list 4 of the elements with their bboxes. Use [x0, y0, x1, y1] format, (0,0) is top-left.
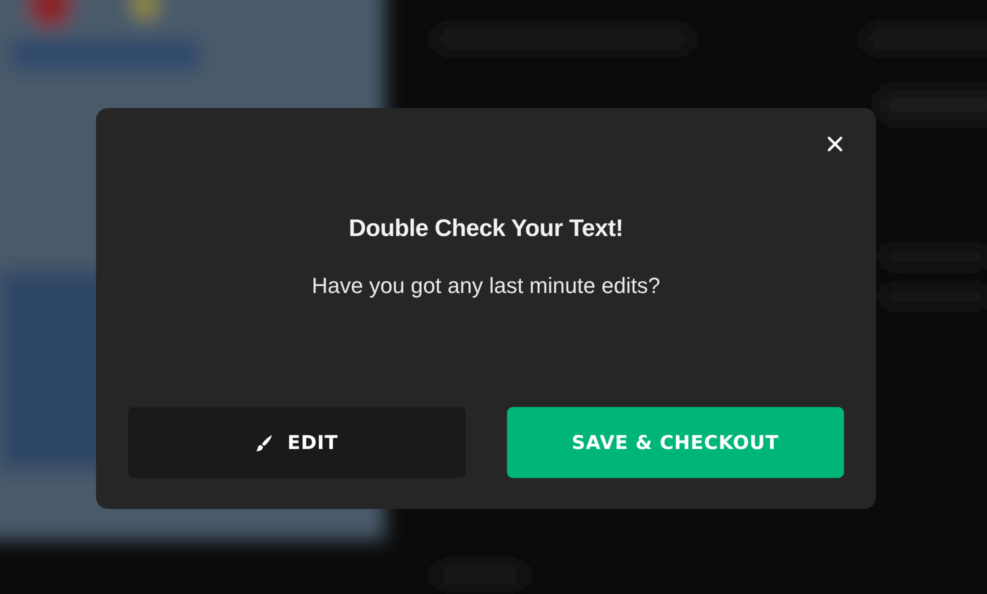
brush-icon: [255, 434, 274, 452]
dialog-title: Double Check Your Text!: [348, 215, 624, 243]
dialog-message: Have you got any last minute edits?: [310, 273, 662, 299]
edit-button[interactable]: EDIT: [128, 407, 466, 478]
